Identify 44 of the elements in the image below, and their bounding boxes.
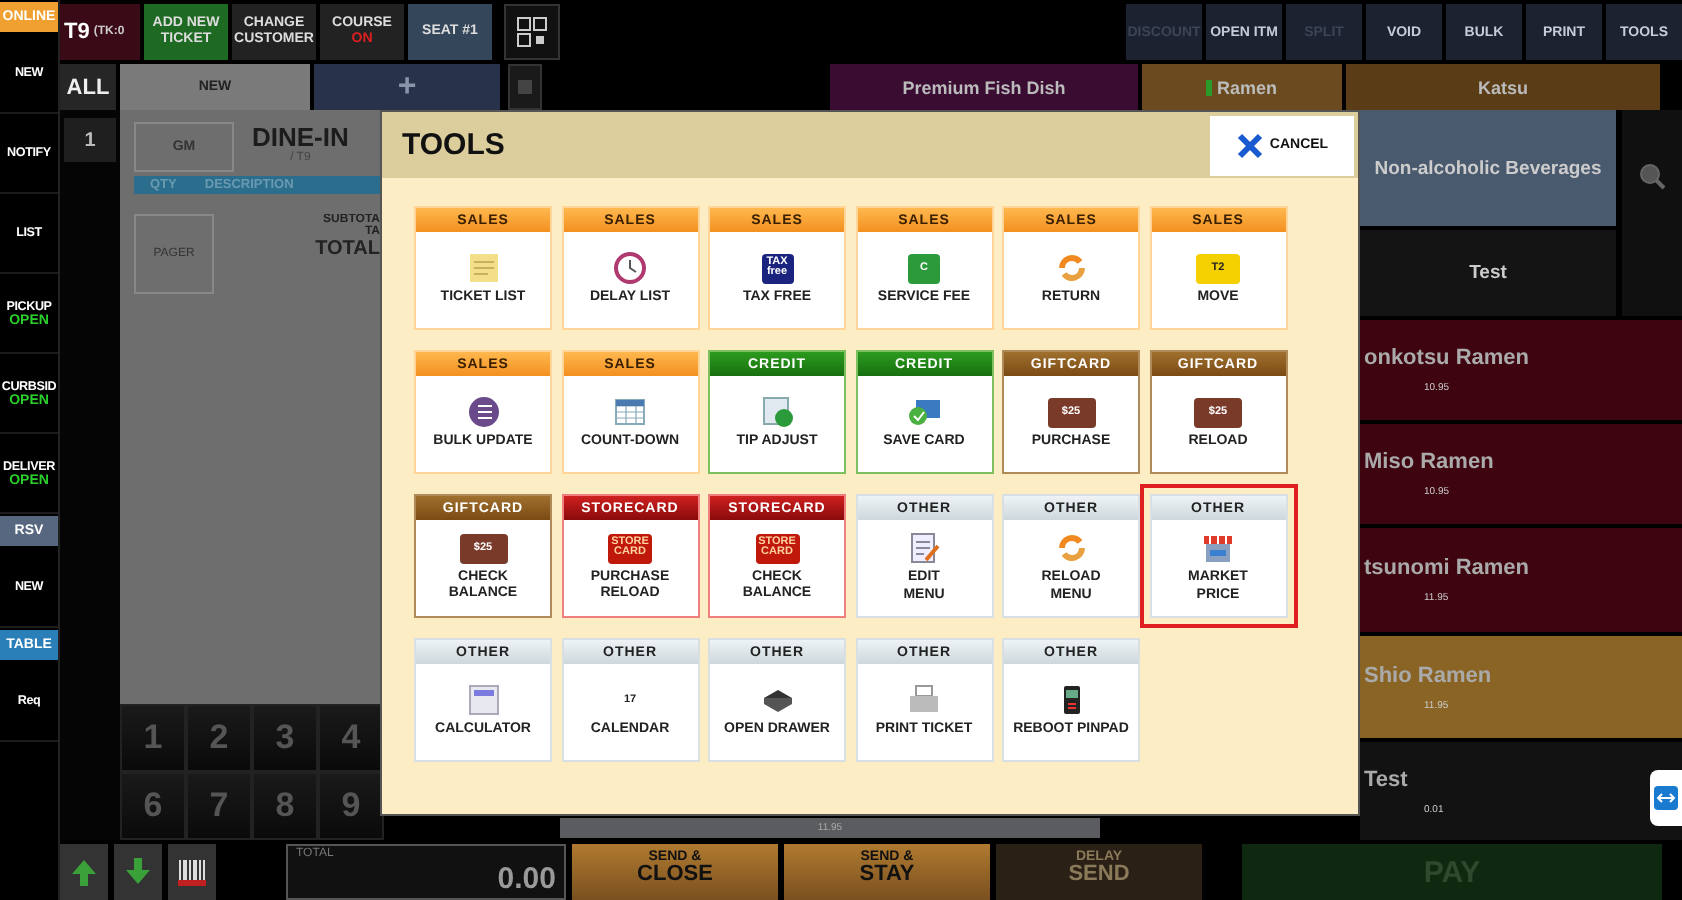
up-arrow-icon xyxy=(70,858,98,886)
remote-support-icon[interactable] xyxy=(1650,770,1682,826)
close-icon xyxy=(1235,131,1264,159)
card-check-icon xyxy=(906,396,942,429)
up-button[interactable] xyxy=(60,844,108,900)
table-icon xyxy=(612,396,648,429)
barcode-button[interactable] xyxy=(168,844,216,900)
qr-code-button[interactable] xyxy=(504,4,560,60)
ticket-tab[interactable]: ALL xyxy=(60,64,116,110)
cash-drawer-icon xyxy=(759,684,795,717)
category-button[interactable]: Premium Fish Dish xyxy=(830,64,1138,110)
square-icon xyxy=(516,78,534,96)
menu-group-button[interactable]: Test xyxy=(1360,230,1616,316)
item-name: Test xyxy=(1364,767,1408,792)
category-button[interactable]: Katsu xyxy=(1346,64,1660,110)
item-name: tsunomi Ramen xyxy=(1364,556,1530,580)
list-icon xyxy=(465,396,501,429)
menu-group-button[interactable]: Non-alcoholic Beverages xyxy=(1360,110,1616,226)
notepad-icon xyxy=(465,252,501,285)
summary-label: TOTAL xyxy=(315,238,380,260)
circular-arrows-icon xyxy=(1053,252,1089,285)
marker-icon xyxy=(1206,79,1213,95)
dialog-title: TOOLS xyxy=(402,128,505,162)
clock-icon xyxy=(612,252,648,285)
item-name: Shio Ramen xyxy=(1364,663,1492,688)
seat-button[interactable]: 1 xyxy=(64,118,116,162)
ticket-number: T9 xyxy=(64,20,90,44)
item-name: onkotsu Ramen xyxy=(1364,345,1530,370)
total-amount: 0.00 xyxy=(497,862,556,896)
item-name: Miso Ramen xyxy=(1364,449,1494,474)
calculator-icon xyxy=(465,684,501,717)
down-arrow-icon xyxy=(124,858,152,886)
add-tab-button[interactable]: + xyxy=(314,64,500,110)
printer-icon xyxy=(906,684,942,717)
document-pencil-icon xyxy=(906,532,942,565)
down-button[interactable] xyxy=(114,844,162,900)
barcode-icon xyxy=(176,858,208,886)
search-button[interactable] xyxy=(1622,110,1682,316)
qr-code-icon xyxy=(516,16,548,48)
storefront-icon xyxy=(1200,532,1236,565)
search-icon xyxy=(1638,162,1666,190)
category-button[interactable]: Ramen xyxy=(1142,64,1342,110)
order-type: DINE-IN xyxy=(252,122,349,152)
circular-arrows-icon xyxy=(1053,532,1089,565)
